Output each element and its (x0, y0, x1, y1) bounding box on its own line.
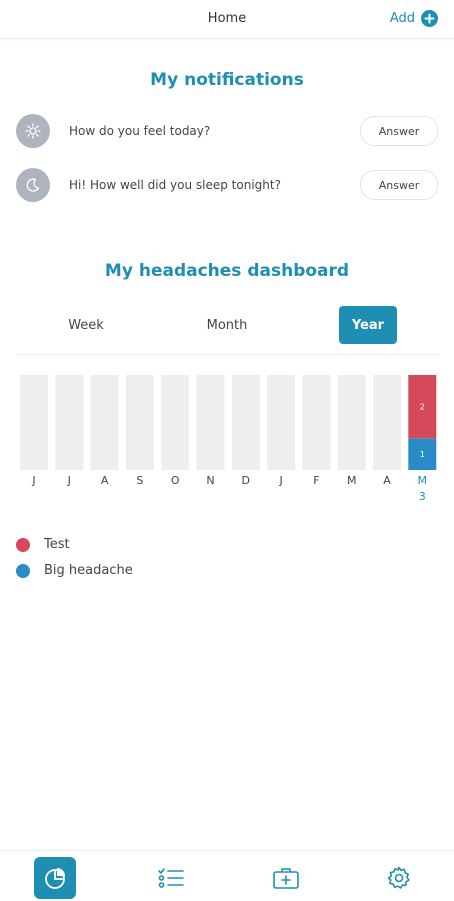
tab-year[interactable]: Year (339, 306, 397, 344)
checklist-icon (158, 868, 184, 888)
chart-tick-label: J (67, 474, 71, 487)
chart-data-label: 1 (420, 450, 425, 459)
nav-dashboard[interactable] (34, 857, 76, 899)
chart-data-label: 2 (420, 403, 425, 412)
nav-medical[interactable] (265, 857, 307, 899)
notification-item: Hi! How well did you sleep tonight? Answ… (16, 168, 438, 202)
legend-item-test: Test (16, 537, 70, 552)
chart-tick-label: M (418, 474, 428, 487)
chart-tick-label: J (278, 474, 282, 487)
answer-button[interactable]: Answer (360, 116, 438, 146)
notification-text: How do you feel today? (69, 124, 211, 138)
chart-bar-empty (302, 375, 331, 470)
add-label: Add (389, 11, 415, 26)
notification-text: Hi! How well did you sleep tonight? (69, 178, 281, 192)
chart-tick-label: M (347, 474, 357, 487)
chart-bar-empty (373, 375, 401, 470)
plus-circle-icon (421, 10, 438, 27)
chart-tick-label: A (383, 474, 391, 487)
chart-bar-empty (20, 375, 48, 470)
chart-bar-empty (125, 375, 154, 470)
divider (16, 354, 438, 355)
chart-tick-label: F (313, 474, 319, 487)
period-tabs: Week Month Year (16, 306, 438, 344)
chart-bar-empty (161, 375, 190, 470)
chart-bar-empty (337, 375, 366, 470)
sun-icon (16, 114, 50, 148)
chart-bar-empty (196, 375, 225, 470)
top-bar: Home Add (0, 0, 454, 39)
medical-kit-icon (273, 868, 299, 889)
chart-tick-label: D (242, 474, 250, 487)
answer-button[interactable]: Answer (360, 170, 438, 200)
gear-icon (387, 866, 410, 889)
notification-item: How do you feel today? Answer (16, 114, 438, 148)
legend-dot (16, 537, 30, 552)
add-button[interactable]: Add (390, 10, 438, 27)
chart-tick-label: S (136, 474, 143, 487)
chart-bar-empty (267, 375, 296, 470)
chart-tick-label: J (31, 474, 35, 487)
bottom-nav (0, 850, 454, 901)
nav-checklist[interactable] (150, 857, 192, 899)
legend-label: Test (44, 537, 70, 552)
chart-bar-empty (55, 375, 84, 470)
chart-total-label: 3 (419, 490, 426, 503)
legend-dot (16, 563, 30, 578)
dashboard-title: My headaches dashboard (104, 261, 350, 281)
tab-month[interactable]: Month (187, 306, 267, 344)
legend-label: Big headache (44, 563, 133, 578)
page-title: Home (207, 11, 247, 26)
chart-bar-empty (90, 375, 119, 470)
moon-icon (16, 168, 50, 202)
notifications-title: My notifications (150, 70, 304, 90)
headache-chart: J J A S O N D J F M A 1 2 M 3 (20, 375, 437, 503)
chart-tick-label: N (206, 474, 214, 487)
tab-week[interactable]: Week (46, 306, 126, 344)
chart-tick-label: O (171, 474, 180, 487)
nav-settings[interactable] (378, 857, 420, 899)
chart-tick-label: A (101, 474, 109, 487)
legend-item-big-headache: Big headache (16, 563, 133, 578)
chart-bar-empty (231, 375, 260, 470)
dashboard-icon (45, 868, 65, 889)
